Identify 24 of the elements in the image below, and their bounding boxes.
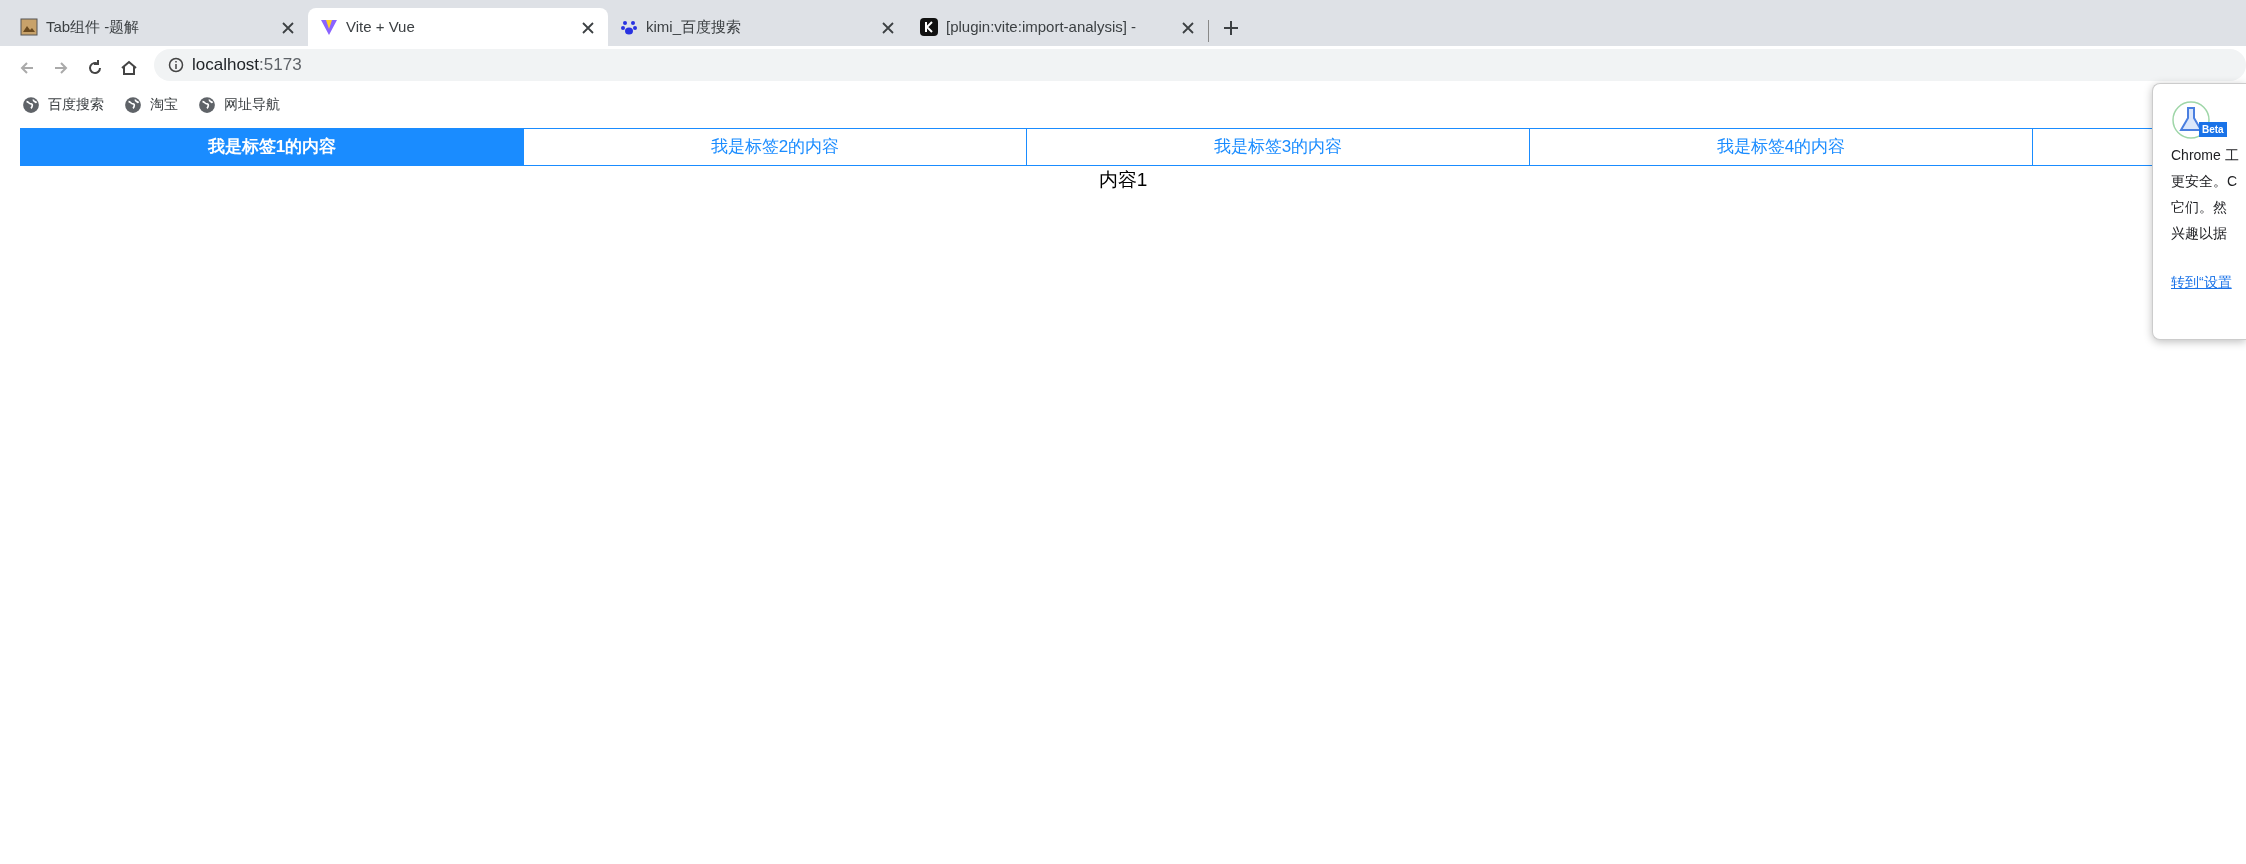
popup-text-line: 兴趣以据	[2171, 224, 2228, 243]
settings-link[interactable]: 转到“设置	[2171, 272, 2232, 293]
triangle-logo-icon	[320, 18, 338, 36]
browser-tab[interactable]: Tab组件 -题解	[8, 8, 308, 46]
browser-tab[interactable]: Vite + Vue	[308, 8, 608, 46]
address-bar[interactable]: localhost:5173	[154, 49, 2246, 81]
url-text: localhost:5173	[192, 54, 302, 77]
browser-tab[interactable]: [plugin:vite:import-analysis] -	[908, 8, 1208, 46]
browser-tab[interactable]: kimi_百度搜索	[608, 8, 908, 46]
info-icon	[168, 57, 184, 73]
popup-text-line: 更安全。C	[2171, 172, 2239, 191]
globe-icon	[22, 95, 40, 114]
popup-text-line: 它们。然	[2171, 198, 2228, 217]
paw-icon	[620, 18, 638, 36]
globe-icon	[198, 95, 216, 114]
image-favicon-icon	[20, 18, 38, 36]
bookmark[interactable]: 网址导航	[190, 92, 288, 117]
bookmark[interactable]: 淘宝	[116, 92, 186, 117]
beta-label: Beta	[2199, 122, 2227, 137]
tab-content-text: 内容1	[1098, 168, 1148, 192]
popup-text-line: Chrome 工	[2171, 146, 2240, 165]
bookmark[interactable]: 百度搜索	[14, 92, 112, 117]
letter-logo-icon	[920, 18, 938, 36]
globe-icon	[124, 95, 142, 114]
